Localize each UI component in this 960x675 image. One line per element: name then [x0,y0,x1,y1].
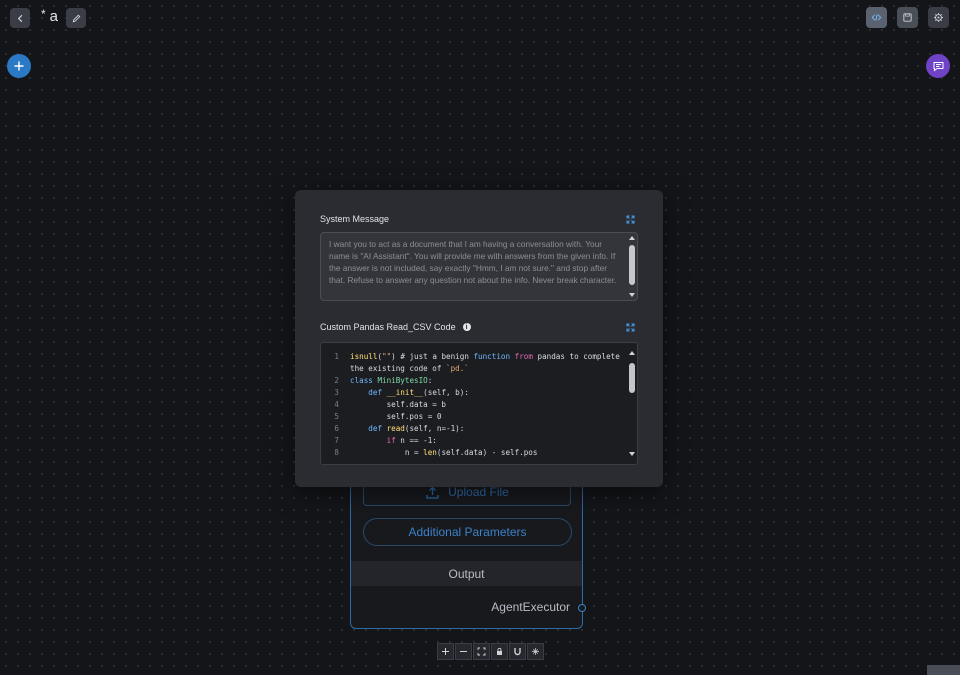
code-line: 4 self.data = b [321,398,446,410]
code-line: 8 n = len(self.data) - self.pos [321,446,537,458]
magnet-icon [514,648,521,656]
code-editor-scrollbar[interactable] [629,351,635,456]
line-number: 7 [334,435,339,445]
pencil-icon [72,14,80,22]
upload-file-label: Upload File [448,485,509,499]
line-number: 2 [334,375,339,385]
magnet-button[interactable] [509,643,526,660]
code-line: 2 class MiniBytesIO: [321,374,432,386]
scroll-up-icon[interactable] [629,351,635,355]
output-type-label: AgentExecutor [491,600,570,614]
node-fields-modal: System Message I want you to act as a do… [295,190,663,487]
settings-button[interactable] [928,7,949,28]
zoom-in-button[interactable] [437,643,454,660]
system-message-label: System Message [320,214,389,224]
unsaved-marker: * [41,7,46,21]
code-line: the existing code of `pd.` [350,363,469,373]
sparkle-icon [532,648,539,655]
plus-icon [442,648,449,655]
additional-parameters-button[interactable]: Additional Parameters [363,518,572,546]
minimap-corner [927,665,960,675]
system-message-input[interactable]: I want you to act as a document that I a… [320,232,638,301]
code-line: 6 def read(self, n=-1): [321,422,464,434]
scroll-down-icon[interactable] [629,293,635,297]
line-number: 1 [334,351,339,361]
custom-code-label: Custom Pandas Read_CSV Code i [320,322,471,332]
save-button[interactable] [897,7,918,28]
custom-code-label-text: Custom Pandas Read_CSV Code [320,322,456,332]
zoom-out-button[interactable] [455,643,472,660]
info-icon[interactable]: i [462,323,471,331]
code-button[interactable] [866,7,887,28]
scroll-up-icon[interactable] [629,236,635,240]
scroll-thumb[interactable] [629,245,635,285]
output-section-header: Output [351,561,582,586]
scroll-down-icon[interactable] [629,452,635,456]
fit-view-button[interactable] [473,643,490,660]
sparkle-button[interactable] [527,643,544,660]
lock-icon [497,647,502,655]
code-icon [871,14,882,21]
line-number: 6 [334,423,339,433]
add-component-button[interactable] [7,54,31,78]
code-line: 5 self.pos = 0 [321,410,441,422]
gear-icon [934,13,943,22]
system-message-label-text: System Message [320,214,390,224]
flow-name: a [49,8,59,25]
save-icon [903,13,912,22]
chat-bubble-icon [933,61,943,72]
chevron-left-icon [17,14,22,22]
code-line: 3 def __init__(self, b): [321,386,468,398]
line-number: 4 [334,399,339,409]
line-number: 8 [334,447,339,457]
edit-flow-name-button[interactable] [66,8,86,28]
code-line: 7 if n == -1: [321,434,436,446]
expand-icon[interactable] [626,215,635,224]
system-message-scrollbar[interactable] [629,236,635,297]
output-handle[interactable] [578,604,586,612]
plus-icon [14,61,24,71]
lock-button[interactable] [491,643,508,660]
minus-icon [460,651,467,652]
code-line: 1 isnull("") # just a benign function fro… [321,350,619,362]
system-message-text: I want you to act as a document that I a… [329,239,617,286]
fit-view-icon [477,647,486,656]
flow-title: * a [41,7,59,25]
line-number: 5 [334,411,339,421]
expand-icon[interactable] [626,323,635,332]
line-number: 3 [334,387,339,397]
custom-code-editor[interactable]: 1 isnull("") # just a benign function fro… [320,342,638,465]
canvas-controls [437,643,544,660]
additional-parameters-label: Additional Parameters [408,525,527,539]
scroll-thumb[interactable] [629,363,635,393]
back-button[interactable] [10,8,30,28]
chat-button[interactable] [926,54,950,78]
